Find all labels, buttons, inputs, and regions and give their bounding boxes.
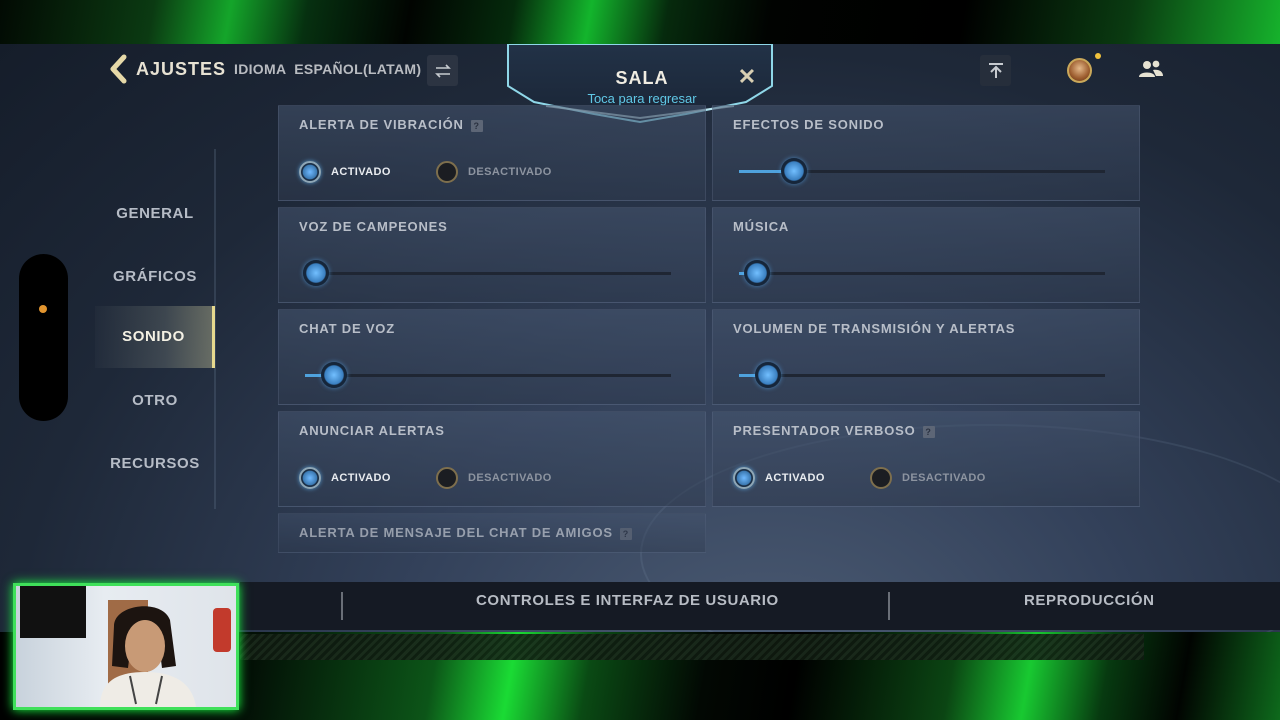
notification-dot [1095,53,1101,59]
language-swap-button[interactable] [427,55,458,86]
setting-music: MÚSICA [712,207,1140,303]
camera-dot [39,305,47,313]
setting-announce-alerts: ANUNCIAR ALERTAS ACTIVADO DESACTIVADO [278,411,706,507]
avatar[interactable] [1067,58,1092,83]
tab-controls-ui[interactable]: CONTROLES E INTERFAZ DE USUARIO [476,592,779,612]
radio-label: DESACTIVADO [902,472,986,484]
webcam-overlay [13,583,239,710]
nav-item-graphics[interactable]: GRÁFICOS [95,260,215,294]
nav-item-resources[interactable]: RECURSOS [95,447,215,481]
help-icon[interactable]: ? [619,527,632,540]
webcam-person [100,606,196,707]
music-slider[interactable] [739,260,1105,286]
lobby-subtitle: Toca para regresar [587,91,697,106]
verbose-on-radio[interactable]: ACTIVADO [733,467,825,489]
swap-arrows-icon [434,63,451,78]
vibration-off-radio[interactable]: DESACTIVADO [436,161,552,183]
upload-button[interactable] [980,55,1011,86]
setting-friend-chat-alert: ALERTA DE MENSAJE DEL CHAT DE AMIGOS? [278,513,706,553]
slider-knob[interactable] [744,260,771,286]
slider-knob[interactable] [302,260,329,286]
setting-sound-effects: EFECTOS DE SONIDO [712,105,1140,201]
slider-knob[interactable] [755,362,782,388]
close-icon[interactable]: ✕ [736,66,758,88]
radio-label: DESACTIVADO [468,472,552,484]
upload-icon [988,62,1003,78]
sound-effects-slider[interactable] [739,158,1105,184]
webcam-jacket [213,608,231,652]
back-chevron-icon[interactable] [108,54,128,84]
stream-frame-top [0,0,1280,44]
stream-volume-slider[interactable] [739,362,1105,388]
voice-chat-slider[interactable] [305,362,671,388]
radio-label: ACTIVADO [765,472,825,484]
settings-screen: AJUSTES IDIOMA ESPAÑOL(LATAM) SALA Toca … [0,44,1280,632]
page-title[interactable]: AJUSTES [136,59,226,80]
setting-title: MÚSICA [733,219,790,234]
setting-title: ALERTA DE VIBRACIÓN? [299,117,483,132]
radio-label: ACTIVADO [331,472,391,484]
setting-voice-chat: CHAT DE VOZ [278,309,706,405]
slider-knob[interactable] [780,158,807,184]
vibration-on-radio[interactable]: ACTIVADO [299,161,391,183]
setting-champion-voice: VOZ DE CAMPEONES [278,207,706,303]
webcam-tv [20,586,86,638]
language-label: IDIOMA ESPAÑOL(LATAM) [234,61,422,77]
help-icon[interactable]: ? [922,425,935,438]
nav-item-general[interactable]: GENERAL [95,197,215,231]
radio-label: ACTIVADO [331,166,391,178]
champion-voice-slider[interactable] [302,260,671,286]
setting-stream-volume: VOLUMEN DE TRANSMISIÓN Y ALERTAS [712,309,1140,405]
tab-replay[interactable]: REPRODUCCIÓN [1024,592,1155,612]
nav-item-other[interactable]: OTRO [95,384,215,418]
setting-title: VOLUMEN DE TRANSMISIÓN Y ALERTAS [733,321,1016,336]
radio-label: DESACTIVADO [468,166,552,178]
setting-vibration-alert: ALERTA DE VIBRACIÓN? ACTIVADO DESACTIVAD… [278,105,706,201]
stream-frame-stripe [240,634,1144,660]
setting-title: ALERTA DE MENSAJE DEL CHAT DE AMIGOS? [299,525,632,540]
announce-on-radio[interactable]: ACTIVADO [299,467,391,489]
tab-separator [341,592,343,620]
friends-icon[interactable] [1138,58,1164,80]
verbose-off-radio[interactable]: DESACTIVADO [870,467,986,489]
setting-title: ANUNCIAR ALERTAS [299,423,445,438]
nav-item-sound[interactable]: SONIDO [95,306,215,368]
setting-verbose-announcer: PRESENTADOR VERBOSO? ACTIVADO DESACTIVAD… [712,411,1140,507]
setting-title: EFECTOS DE SONIDO [733,117,885,132]
tab-separator [888,592,890,620]
announce-off-radio[interactable]: DESACTIVADO [436,467,552,489]
setting-title: CHAT DE VOZ [299,321,395,336]
setting-title: PRESENTADOR VERBOSO? [733,423,935,438]
device-notch [19,254,68,421]
help-icon[interactable]: ? [470,119,483,132]
setting-title: VOZ DE CAMPEONES [299,219,448,234]
slider-knob[interactable] [321,362,348,388]
